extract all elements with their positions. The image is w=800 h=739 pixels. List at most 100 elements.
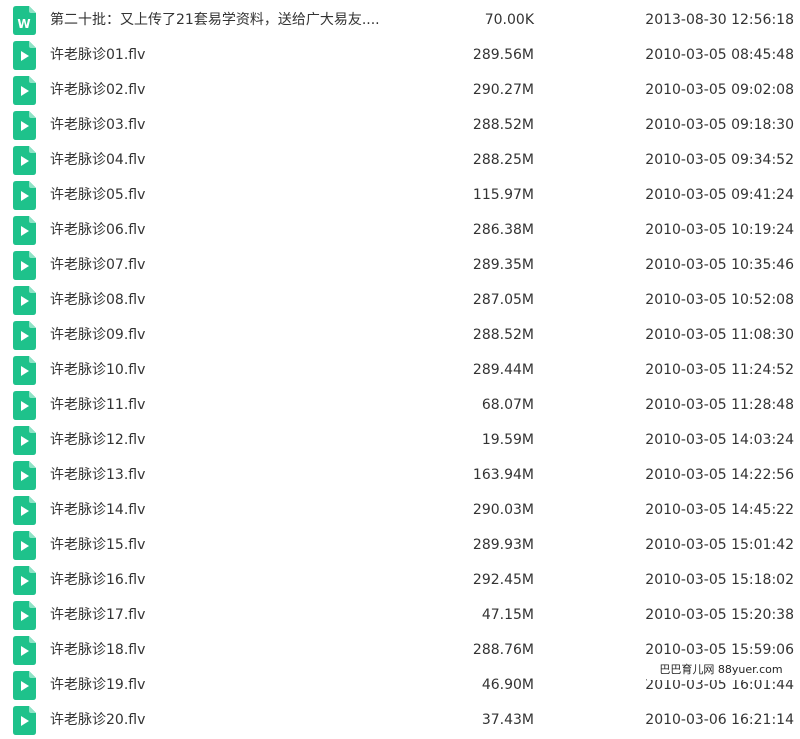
file-name[interactable]: 许老脉诊13.flv [50, 458, 145, 493]
file-name[interactable]: 许老脉诊01.flv [50, 38, 145, 73]
file-date: 2010-03-06 16:21:14 [645, 712, 794, 728]
file-date: 2010-03-05 09:18:30 [645, 117, 794, 133]
file-date: 2010-03-05 09:41:24 [645, 187, 794, 203]
file-date: 2010-03-05 10:35:46 [645, 257, 794, 273]
file-name[interactable]: 许老脉诊09.flv [50, 318, 145, 353]
video-file-icon[interactable] [13, 636, 36, 665]
table-row[interactable]: 许老脉诊09.flv 288.52M 2010-03-05 11:08:30 [0, 318, 800, 353]
table-row[interactable]: 许老脉诊08.flv 287.05M 2010-03-05 10:52:08 [0, 283, 800, 318]
table-row[interactable]: 许老脉诊06.flv 286.38M 2010-03-05 10:19:24 [0, 213, 800, 248]
video-file-icon[interactable] [13, 76, 36, 105]
file-name[interactable]: 许老脉诊12.flv [50, 423, 145, 458]
video-file-icon[interactable] [13, 251, 36, 280]
table-row[interactable]: 许老脉诊17.flv 47.15M 2010-03-05 15:20:38 [0, 598, 800, 633]
file-size: 47.15M [481, 607, 534, 623]
file-size: 115.97M [472, 187, 534, 203]
video-file-icon[interactable] [13, 321, 36, 350]
file-name[interactable]: 许老脉诊11.flv [50, 388, 145, 423]
file-size: 288.76M [472, 642, 534, 658]
table-row[interactable]: 许老脉诊01.flv 289.56M 2010-03-05 08:45:48 [0, 38, 800, 73]
file-date: 2010-03-05 14:45:22 [645, 502, 794, 518]
file-date: 2010-03-05 15:01:42 [645, 537, 794, 553]
file-name[interactable]: 许老脉诊20.flv [50, 703, 145, 738]
file-name[interactable]: 许老脉诊16.flv [50, 563, 145, 598]
file-date: 2010-03-05 09:34:52 [645, 152, 794, 168]
file-size: 290.27M [472, 82, 534, 98]
table-row[interactable]: 许老脉诊05.flv 115.97M 2010-03-05 09:41:24 [0, 178, 800, 213]
table-row[interactable]: 许老脉诊02.flv 290.27M 2010-03-05 09:02:08 [0, 73, 800, 108]
file-name[interactable]: 许老脉诊08.flv [50, 283, 145, 318]
file-size: 286.38M [472, 222, 534, 238]
table-row[interactable]: 许老脉诊12.flv 19.59M 2010-03-05 14:03:24 [0, 423, 800, 458]
file-size: 292.45M [472, 572, 534, 588]
video-file-icon[interactable] [13, 496, 36, 525]
file-name[interactable]: 许老脉诊05.flv [50, 178, 145, 213]
file-name[interactable]: 许老脉诊07.flv [50, 248, 145, 283]
file-date: 2010-03-05 15:18:02 [645, 572, 794, 588]
table-row[interactable]: 许老脉诊11.flv 68.07M 2010-03-05 11:28:48 [0, 388, 800, 423]
video-file-icon[interactable] [13, 671, 36, 700]
table-row[interactable]: 许老脉诊20.flv 37.43M 2010-03-06 16:21:14 [0, 703, 800, 738]
video-file-icon[interactable] [13, 41, 36, 70]
video-file-icon[interactable] [13, 391, 36, 420]
file-size: 289.35M [472, 257, 534, 273]
file-size: 46.90M [481, 677, 534, 693]
table-row[interactable]: 许老脉诊14.flv 290.03M 2010-03-05 14:45:22 [0, 493, 800, 528]
file-size: 287.05M [472, 292, 534, 308]
video-file-icon[interactable] [13, 181, 36, 210]
file-size: 289.93M [472, 537, 534, 553]
file-date: 2010-03-05 08:45:48 [645, 47, 794, 63]
table-row[interactable]: 许老脉诊04.flv 288.25M 2010-03-05 09:34:52 [0, 143, 800, 178]
table-row[interactable]: 许老脉诊13.flv 163.94M 2010-03-05 14:22:56 [0, 458, 800, 493]
file-name[interactable]: 许老脉诊14.flv [50, 493, 145, 528]
video-file-icon[interactable] [13, 566, 36, 595]
file-size: 289.44M [472, 362, 534, 378]
file-name[interactable]: 许老脉诊04.flv [50, 143, 145, 178]
file-size: 19.59M [481, 432, 534, 448]
file-name[interactable]: 第二十批：又上传了21套易学资料，送给广大易友.... [50, 3, 380, 38]
file-date: 2010-03-05 14:03:24 [645, 432, 794, 448]
file-date: 2010-03-05 11:28:48 [645, 397, 794, 413]
video-file-icon[interactable] [13, 531, 36, 560]
file-size: 37.43M [481, 712, 534, 728]
watermark: 巴巴育儿网 88yuer.com [647, 660, 795, 680]
video-file-icon[interactable] [13, 216, 36, 245]
file-name[interactable]: 许老脉诊19.flv [50, 668, 145, 703]
file-name[interactable]: 许老脉诊10.flv [50, 353, 145, 388]
table-row[interactable]: 许老脉诊03.flv 288.52M 2010-03-05 09:18:30 [0, 108, 800, 143]
svg-text:W: W [17, 17, 30, 31]
table-row[interactable]: 许老脉诊07.flv 289.35M 2010-03-05 10:35:46 [0, 248, 800, 283]
file-date: 2013-08-30 12:56:18 [645, 12, 794, 28]
file-size: 288.25M [472, 152, 534, 168]
file-date: 2010-03-05 09:02:08 [645, 82, 794, 98]
file-list: W 第二十批：又上传了21套易学资料，送给广大易友.... 70.00K 201… [0, 3, 800, 738]
file-name[interactable]: 许老脉诊02.flv [50, 73, 145, 108]
table-row[interactable]: 许老脉诊16.flv 292.45M 2010-03-05 15:18:02 [0, 563, 800, 598]
word-doc-icon[interactable]: W [13, 6, 36, 35]
file-date: 2010-03-05 15:20:38 [645, 607, 794, 623]
video-file-icon[interactable] [13, 461, 36, 490]
file-name[interactable]: 许老脉诊03.flv [50, 108, 145, 143]
file-size: 288.52M [472, 117, 534, 133]
file-name[interactable]: 许老脉诊18.flv [50, 633, 145, 668]
video-file-icon[interactable] [13, 356, 36, 385]
file-size: 288.52M [472, 327, 534, 343]
file-name[interactable]: 许老脉诊17.flv [50, 598, 145, 633]
video-file-icon[interactable] [13, 601, 36, 630]
file-name[interactable]: 许老脉诊15.flv [50, 528, 145, 563]
video-file-icon[interactable] [13, 286, 36, 315]
file-date: 2010-03-05 10:19:24 [645, 222, 794, 238]
file-name[interactable]: 许老脉诊06.flv [50, 213, 145, 248]
table-row[interactable]: W 第二十批：又上传了21套易学资料，送给广大易友.... 70.00K 201… [0, 3, 800, 38]
video-file-icon[interactable] [13, 111, 36, 140]
file-date: 2010-03-05 10:52:08 [645, 292, 794, 308]
file-date: 2010-03-05 14:22:56 [645, 467, 794, 483]
video-file-icon[interactable] [13, 146, 36, 175]
file-size: 290.03M [472, 502, 534, 518]
file-size: 289.56M [472, 47, 534, 63]
file-size: 70.00K [484, 12, 534, 28]
table-row[interactable]: 许老脉诊10.flv 289.44M 2010-03-05 11:24:52 [0, 353, 800, 388]
video-file-icon[interactable] [13, 426, 36, 455]
video-file-icon[interactable] [13, 706, 36, 735]
table-row[interactable]: 许老脉诊15.flv 289.93M 2010-03-05 15:01:42 [0, 528, 800, 563]
